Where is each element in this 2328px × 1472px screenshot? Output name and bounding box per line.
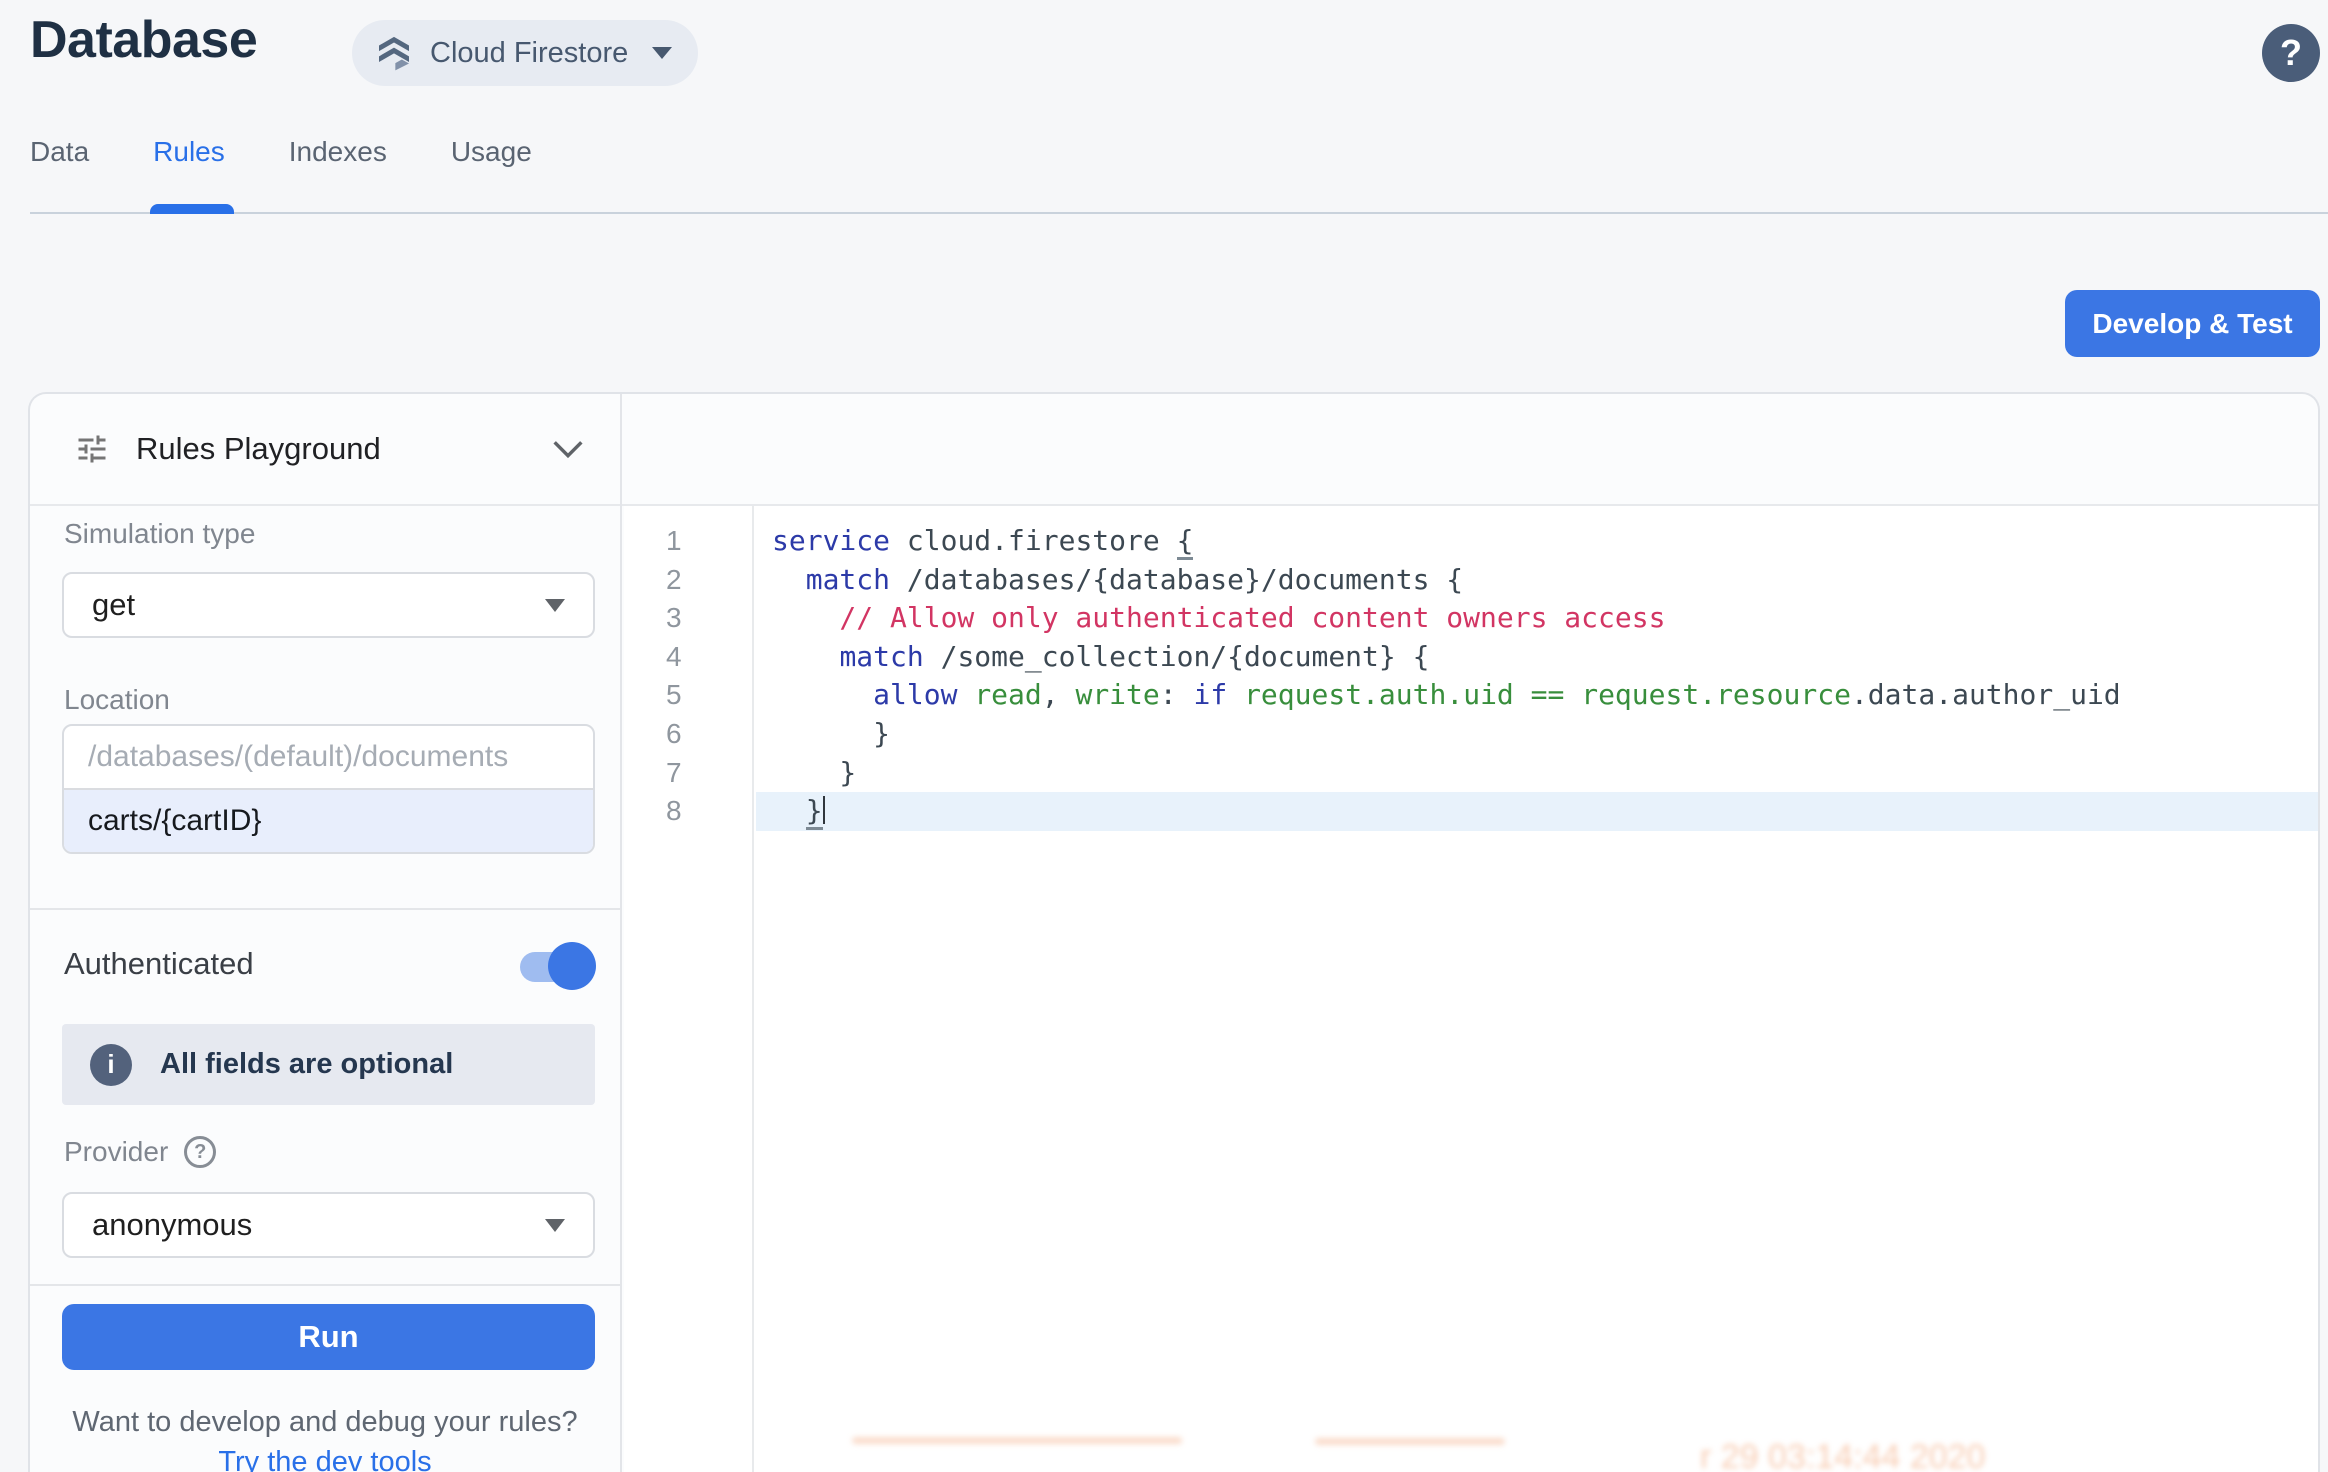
provider-select[interactable]: anonymous (62, 1192, 595, 1258)
provider-label-row: Provider ? (64, 1136, 216, 1168)
simulation-type-select[interactable]: get (62, 572, 595, 638)
tab-bar-divider (30, 212, 2328, 214)
location-input[interactable]: carts/{cartID} (64, 790, 593, 852)
line-number-gutter: 12345678 (624, 506, 754, 1472)
simulation-type-label: Simulation type (64, 518, 255, 550)
line-number: 7 (624, 754, 752, 793)
line-number: 6 (624, 715, 752, 754)
authenticated-toggle[interactable] (520, 942, 596, 990)
collapse-chevron-icon[interactable] (552, 439, 584, 459)
text-cursor (823, 796, 825, 824)
tune-icon (74, 431, 110, 467)
toggle-thumb (548, 942, 596, 990)
info-banner: i All fields are optional (62, 1024, 595, 1105)
code-line[interactable]: } (756, 792, 2318, 831)
firestore-icon (374, 33, 414, 73)
line-number: 5 (624, 676, 752, 715)
provider-help-icon[interactable]: ? (184, 1136, 216, 1168)
code-line[interactable]: allow read, write: if request.auth.uid =… (756, 676, 2318, 715)
line-number: 8 (624, 792, 752, 831)
rules-panel: Rules Playground Simulation type get Loc… (28, 392, 2320, 1472)
active-tab-indicator (150, 204, 234, 214)
info-banner-text: All fields are optional (160, 1048, 453, 1081)
section-divider (30, 1284, 620, 1286)
code-area[interactable]: service cloud.firestore { match /databas… (756, 506, 2318, 1472)
section-divider (30, 908, 620, 910)
run-button[interactable]: Run (62, 1304, 595, 1370)
location-placeholder: /databases/(default)/documents (64, 726, 593, 790)
firebase-database-page: Database Cloud Firestore ? Data Rules In… (0, 0, 2328, 1472)
dev-tools-prompt: Want to develop and debug your rules? (30, 1406, 620, 1439)
authenticated-label: Authenticated (64, 946, 254, 982)
develop-and-test-button[interactable]: Develop & Test (2065, 290, 2320, 357)
rules-playground-title: Rules Playground (136, 431, 552, 467)
code-line[interactable]: } (756, 715, 2318, 754)
provider-value: anonymous (92, 1207, 545, 1243)
rules-playground-header[interactable]: Rules Playground (30, 394, 620, 504)
chevron-down-icon (652, 47, 672, 59)
tab-bar: Data Rules Indexes Usage (30, 128, 532, 198)
try-dev-tools-link[interactable]: Try the dev tools (218, 1446, 431, 1472)
code-line[interactable]: // Allow only authenticated content owne… (756, 599, 2318, 638)
dev-tools-link-row: Try the dev tools (30, 1446, 620, 1472)
location-label: Location (64, 684, 170, 716)
line-number: 2 (624, 561, 752, 600)
dropdown-arrow-icon (545, 1219, 565, 1232)
rules-playground-sidebar: Rules Playground Simulation type get Loc… (30, 394, 622, 1472)
tab-usage[interactable]: Usage (451, 128, 532, 198)
code-line[interactable]: match /some_collection/{document} { (756, 638, 2318, 677)
product-chip-label: Cloud Firestore (430, 37, 628, 70)
product-selector-chip[interactable]: Cloud Firestore (352, 20, 698, 86)
dropdown-arrow-icon (545, 599, 565, 612)
page-title: Database (30, 10, 257, 70)
line-number: 1 (624, 522, 752, 561)
simulation-type-value: get (92, 587, 545, 623)
code-line[interactable]: match /databases/{database}/documents { (756, 561, 2318, 600)
info-icon: i (90, 1044, 132, 1086)
tab-data[interactable]: Data (30, 128, 89, 198)
question-mark-icon: ? (2280, 32, 2302, 74)
line-number: 4 (624, 638, 752, 677)
provider-label: Provider (64, 1136, 168, 1168)
tab-indexes[interactable]: Indexes (289, 128, 387, 198)
rules-code-editor[interactable]: 12345678 service cloud.firestore { match… (624, 506, 2318, 1472)
help-button[interactable]: ? (2262, 24, 2320, 82)
tab-rules[interactable]: Rules (153, 128, 225, 198)
code-line[interactable]: } (756, 754, 2318, 793)
code-line[interactable]: service cloud.firestore { (756, 522, 2318, 561)
line-number: 3 (624, 599, 752, 638)
location-field: /databases/(default)/documents carts/{ca… (62, 724, 595, 854)
